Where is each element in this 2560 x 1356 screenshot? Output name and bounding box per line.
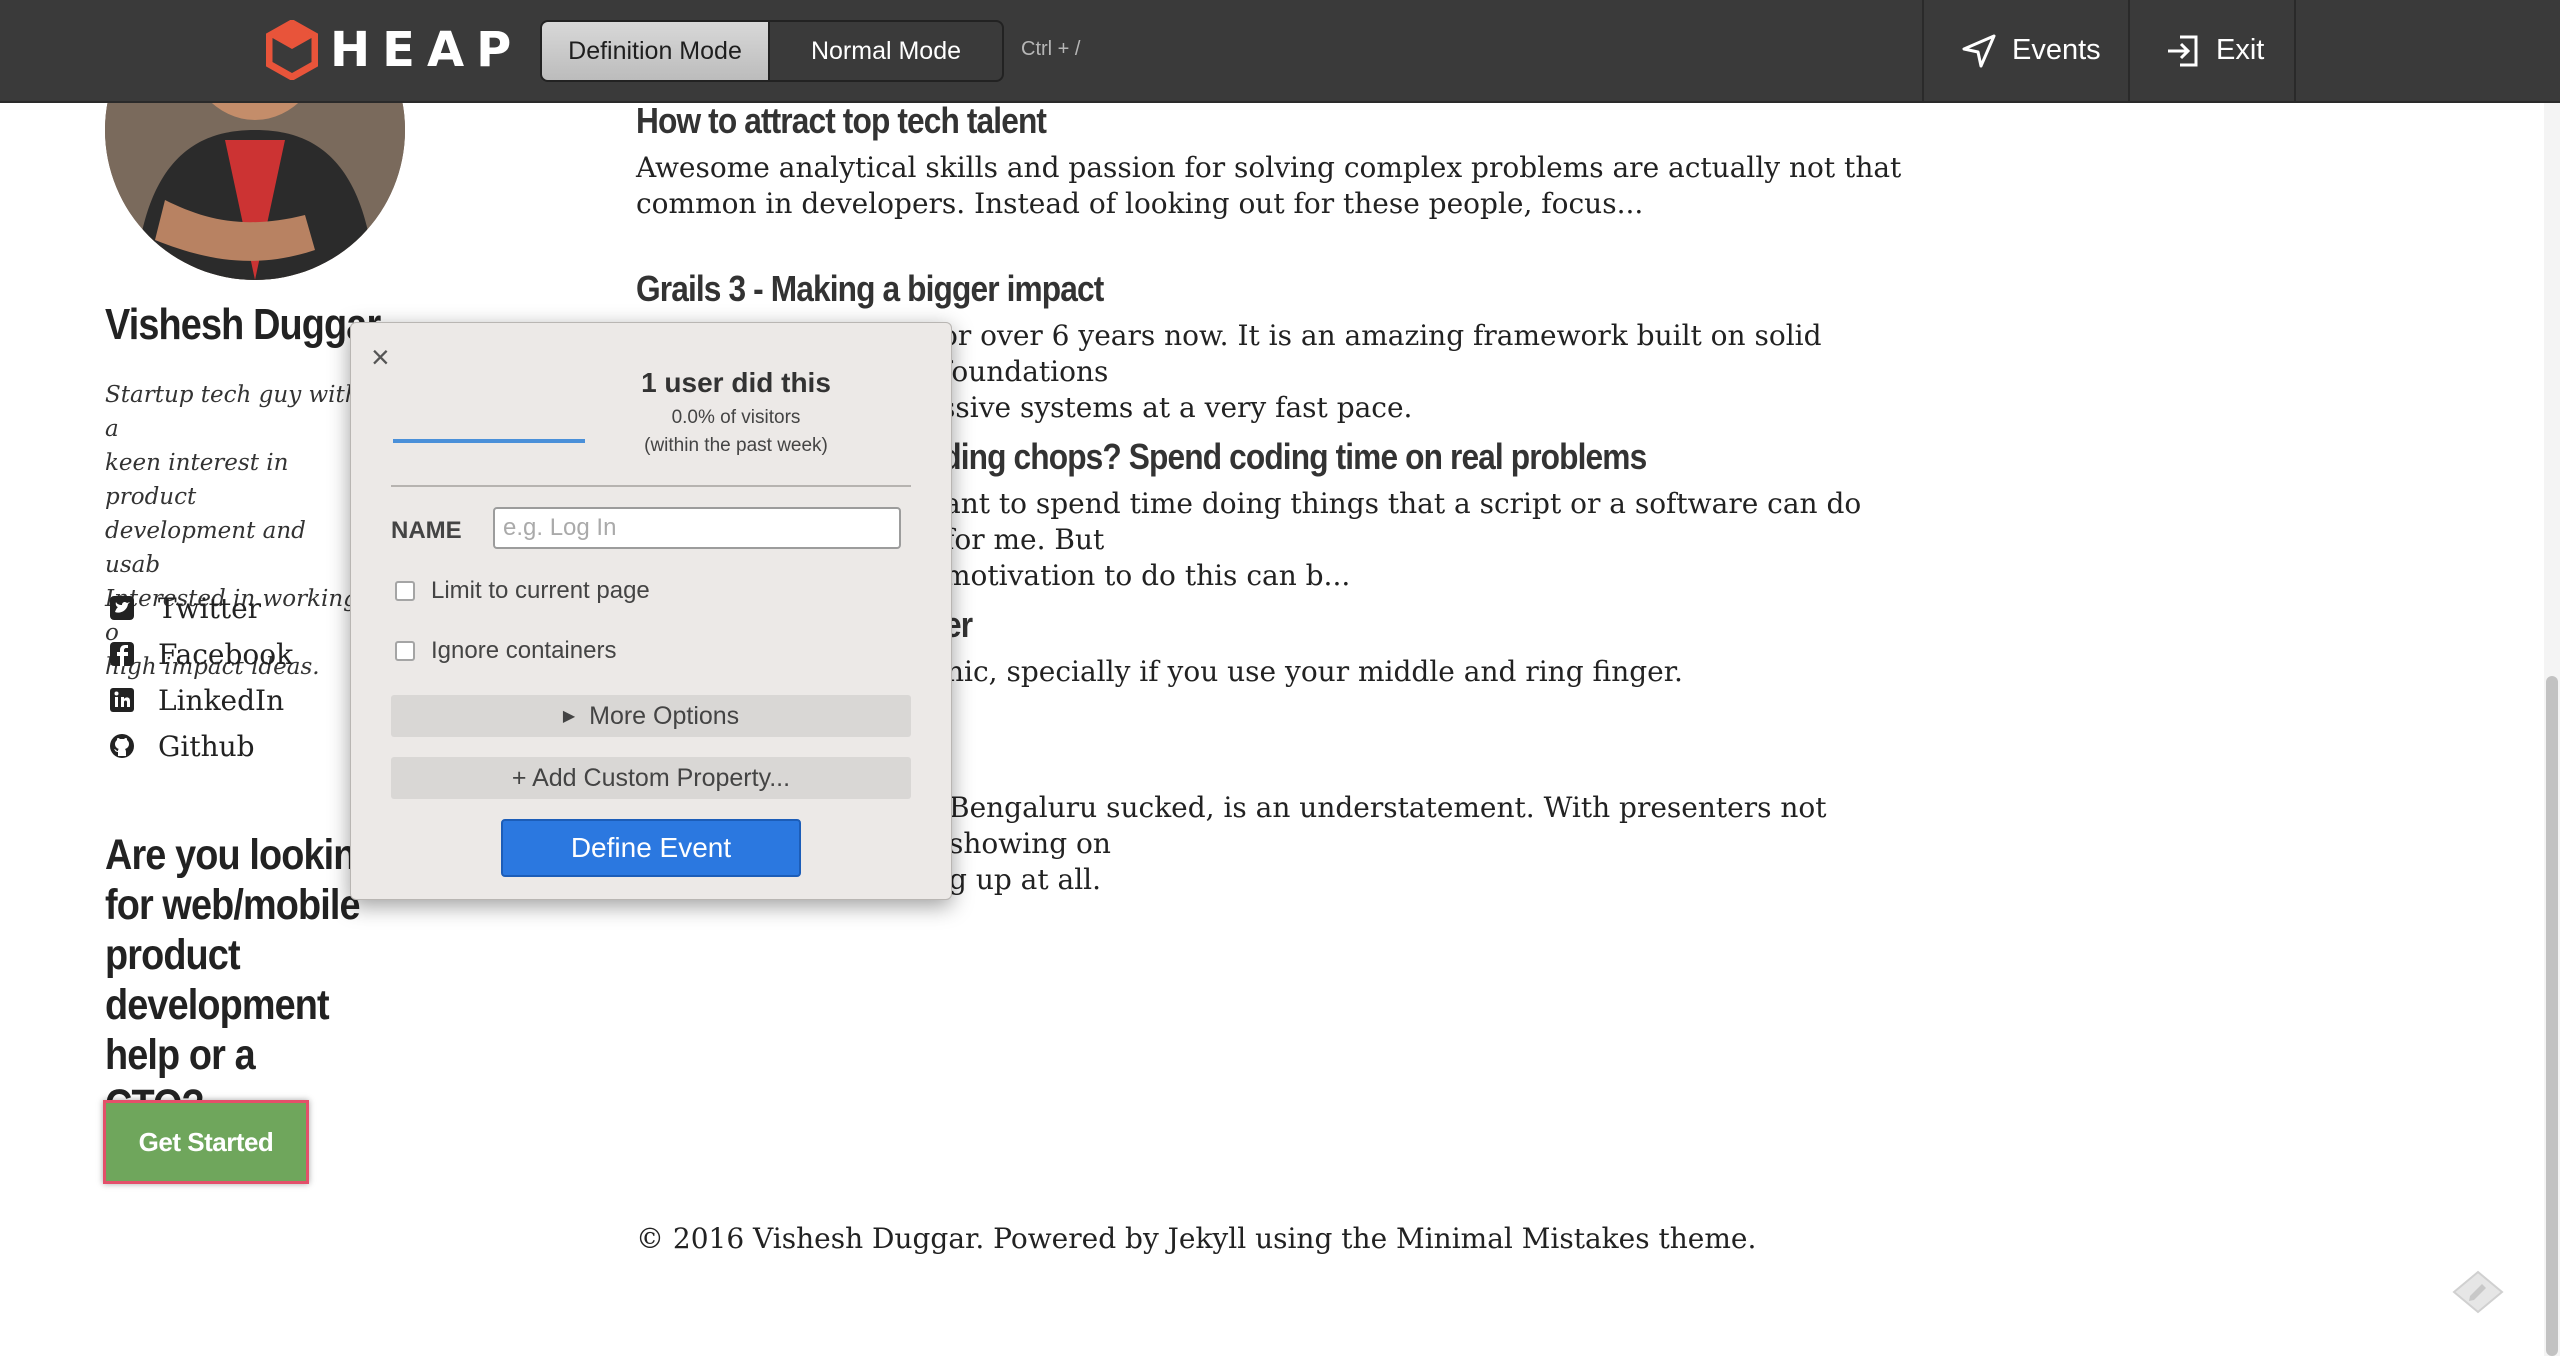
social-label-twitter: Twitter: [158, 591, 262, 625]
popup-divider: [391, 485, 911, 487]
social-label-github: Github: [158, 729, 255, 763]
define-event-popup: × 1 user did this 0.0% of visitors (with…: [350, 322, 952, 900]
social-links: Twitter Facebook LinkedIn Github: [108, 585, 293, 769]
post-item: How to attract top tech talent Awesome a…: [636, 98, 1906, 222]
more-options-label: More Options: [589, 701, 740, 730]
definition-mode-button[interactable]: Definition Mode: [542, 22, 770, 80]
more-options-button[interactable]: ▶ More Options: [391, 695, 911, 737]
event-name-input[interactable]: [493, 507, 901, 549]
cta-heading: Are you lookin for web/mobile product de…: [105, 831, 361, 1129]
scrollbar-thumb[interactable]: [2546, 676, 2558, 1356]
post-excerpt: Awesome analytical skills and passion fo…: [636, 151, 1902, 220]
limit-to-page-checkbox[interactable]: [395, 581, 415, 601]
close-icon[interactable]: ×: [371, 339, 390, 376]
post-title[interactable]: How to attract top tech talent: [636, 98, 1754, 144]
heap-toolbar: HEAP Definition Mode Normal Mode Ctrl + …: [0, 0, 2560, 103]
limit-to-page-checkbox-row[interactable]: Limit to current page: [395, 577, 650, 605]
ignore-containers-checkbox[interactable]: [395, 641, 415, 661]
feedback-widget-icon[interactable]: [2452, 1270, 2504, 1314]
define-event-button[interactable]: Define Event: [501, 819, 801, 877]
navigation-arrow-icon: [1962, 34, 1996, 67]
heap-logo: HEAP: [266, 20, 523, 80]
site-footer: © 2016 Vishesh Duggar. Powered by Jekyll…: [636, 1222, 1757, 1255]
events-button[interactable]: Events: [1922, 0, 2128, 101]
ignore-containers-label: Ignore containers: [431, 637, 617, 664]
author-name: Vishesh Duggar: [105, 300, 381, 349]
exit-button[interactable]: Exit: [2128, 0, 2296, 101]
mode-toggle: Definition Mode Normal Mode: [540, 20, 1004, 82]
visitor-percent-text: 0.0% of visitors: [671, 407, 801, 428]
social-label-facebook: Facebook: [158, 637, 294, 671]
heap-logo-text: HEAP: [330, 22, 524, 78]
social-link-linkedin[interactable]: LinkedIn: [108, 677, 293, 723]
triangle-right-icon: ▶: [562, 708, 576, 725]
name-label: NAME: [391, 517, 462, 544]
ignore-containers-checkbox-row[interactable]: Ignore containers: [395, 637, 616, 665]
get-started-button[interactable]: Get Started: [103, 1100, 309, 1184]
shortcut-hint: Ctrl + /: [1021, 38, 1081, 60]
events-label: Events: [2012, 34, 2101, 66]
facebook-icon: [108, 640, 136, 668]
social-link-facebook[interactable]: Facebook: [108, 631, 293, 677]
heap-hexagon-icon: [266, 20, 318, 80]
add-custom-property-button[interactable]: + Add Custom Property...: [391, 757, 911, 799]
limit-to-page-label: Limit to current page: [431, 577, 650, 604]
user-count-text: 1 user did this: [641, 367, 831, 398]
exit-label: Exit: [2216, 34, 2265, 66]
activity-sparkline: [393, 439, 585, 443]
normal-mode-button[interactable]: Normal Mode: [770, 22, 1002, 80]
github-icon: [108, 732, 136, 760]
twitter-icon: [108, 594, 136, 622]
linkedin-icon: [108, 686, 136, 714]
time-period-text: (within the past week): [644, 435, 828, 456]
exit-icon: [2168, 35, 2198, 66]
social-link-github[interactable]: Github: [108, 723, 293, 769]
social-link-twitter[interactable]: Twitter: [108, 585, 293, 631]
social-label-linkedin: LinkedIn: [158, 683, 285, 717]
post-title[interactable]: Grails 3 - Making a bigger impact: [636, 266, 1754, 312]
